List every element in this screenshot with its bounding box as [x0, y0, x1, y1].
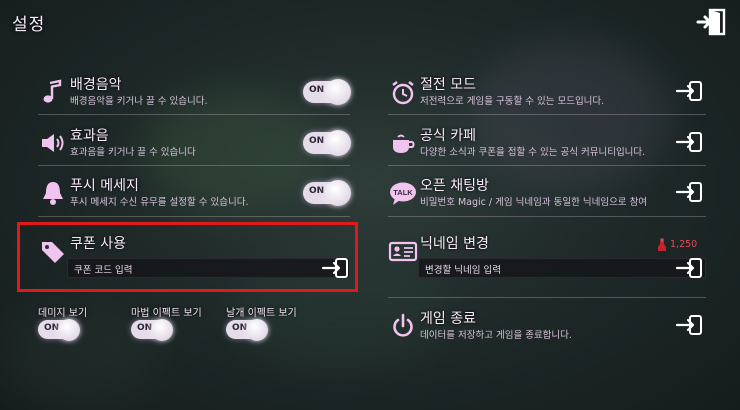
power-save-enter-icon[interactable]	[674, 79, 704, 103]
divider	[38, 114, 350, 115]
exit-door-icon[interactable]	[696, 7, 728, 37]
toggle-state: ON	[232, 323, 248, 333]
setting-row-sfx: 효과음 효과음을 키거나 끌 수 있습니다 ON	[38, 122, 351, 166]
open-chat-label: 오픈 채팅방	[420, 178, 489, 194]
setting-row-open-chat: TALK 오픈 채팅방 비밀번호 Magic / 게임 닉네임과 동일한 닉네임…	[388, 172, 706, 216]
sfx-description: 효과음을 키거나 끌 수 있습니다	[70, 147, 196, 158]
push-description: 푸시 메세지 수신 유무를 설정할 수 있습니다.	[70, 197, 249, 208]
toggle-knob	[325, 79, 351, 105]
power-save-label: 절전 모드	[420, 77, 476, 93]
official-cafe-description: 다양한 소식과 쿠폰을 접할 수 있는 공식 커뮤니티입니다.	[420, 147, 646, 158]
tag-icon	[42, 242, 64, 263]
page-title: 설정	[12, 15, 46, 35]
coupon-code-input[interactable]: 쿠폰 코드 입력	[67, 258, 350, 278]
sfx-label: 효과음	[70, 128, 109, 144]
talk-icon-text: TALK	[393, 188, 413, 197]
toggle-state: ON	[309, 85, 325, 95]
id-card-icon	[388, 241, 418, 262]
bell-icon	[43, 182, 63, 205]
divider	[388, 216, 706, 217]
divider	[38, 165, 350, 166]
talk-bubble-icon: TALK	[390, 182, 416, 205]
setting-row-power-save: 절전 모드 저전력으로 게임을 구동할 수 있는 모드입니다.	[388, 71, 706, 115]
sfx-toggle[interactable]: ON	[303, 130, 351, 156]
setting-row-quit: 게임 종료 데이터를 저장하고 게임을 종료합니다.	[388, 305, 706, 349]
coupon-label: 쿠폰 사용	[70, 236, 126, 252]
setting-row-push: 푸시 메세지 푸시 메세지 수신 유무를 설정할 수 있습니다. ON	[38, 172, 351, 216]
coupon-submit-icon[interactable]	[320, 256, 350, 280]
push-toggle[interactable]: ON	[303, 180, 351, 206]
toggle-knob	[325, 130, 351, 156]
nickname-submit-icon[interactable]	[674, 256, 704, 280]
quit-label: 게임 종료	[420, 311, 476, 327]
toggle-knob	[325, 180, 351, 206]
divider	[388, 297, 706, 298]
divider	[38, 216, 350, 217]
push-label: 푸시 메세지	[70, 178, 139, 194]
wing-effect-toggle[interactable]: ON	[226, 318, 268, 341]
quit-description: 데이터를 저장하고 게임을 종료합니다.	[420, 330, 572, 341]
power-icon	[393, 313, 413, 337]
bgm-label: 배경음악	[70, 77, 122, 93]
coffee-cup-icon	[393, 134, 415, 153]
divider	[388, 114, 706, 115]
official-cafe-enter-icon[interactable]	[674, 130, 704, 154]
magic-effect-toggle[interactable]: ON	[131, 318, 173, 341]
toggle-state: ON	[44, 323, 60, 333]
background-glow	[470, 40, 670, 190]
toggle-state: ON	[309, 186, 325, 196]
damage-view-label: 데미지 보기	[38, 308, 88, 319]
open-chat-description: 비밀번호 Magic / 게임 닉네임과 동일한 닉네임으로 참여	[420, 197, 648, 208]
alarm-clock-icon	[392, 81, 414, 105]
wing-effect-label: 날개 이펙트 보기	[226, 308, 297, 319]
open-chat-enter-icon[interactable]	[674, 180, 704, 204]
power-save-description: 저전력으로 게임을 구동할 수 있는 모드입니다.	[420, 96, 605, 107]
quit-enter-icon[interactable]	[674, 313, 704, 337]
toggle-state: ON	[137, 323, 153, 333]
magic-effect-label: 마법 이펙트 보기	[131, 308, 202, 319]
bgm-description: 배경음악을 키거나 끌 수 있습니다.	[70, 96, 208, 107]
music-note-icon	[43, 79, 62, 103]
potion-icon	[658, 238, 666, 251]
toggle-state: ON	[309, 136, 325, 146]
setting-row-bgm: 배경음악 배경음악을 키거나 끌 수 있습니다. ON	[38, 71, 351, 115]
nickname-change-price: 1,250	[670, 239, 698, 250]
toggle-knob	[246, 318, 268, 341]
divider	[388, 165, 706, 166]
official-cafe-label: 공식 카페	[420, 128, 476, 144]
speaker-icon	[42, 134, 64, 152]
setting-row-official-cafe: 공식 카페 다양한 소식과 쿠폰을 접할 수 있는 공식 커뮤니티입니다.	[388, 122, 706, 166]
bgm-toggle[interactable]: ON	[303, 79, 351, 105]
damage-view-toggle[interactable]: ON	[38, 318, 80, 341]
toggle-knob	[58, 318, 80, 341]
nickname-label: 닉네임 변경	[420, 236, 489, 252]
toggle-knob	[151, 318, 173, 341]
nickname-input[interactable]: 변경할 닉네임 입력	[418, 258, 706, 278]
